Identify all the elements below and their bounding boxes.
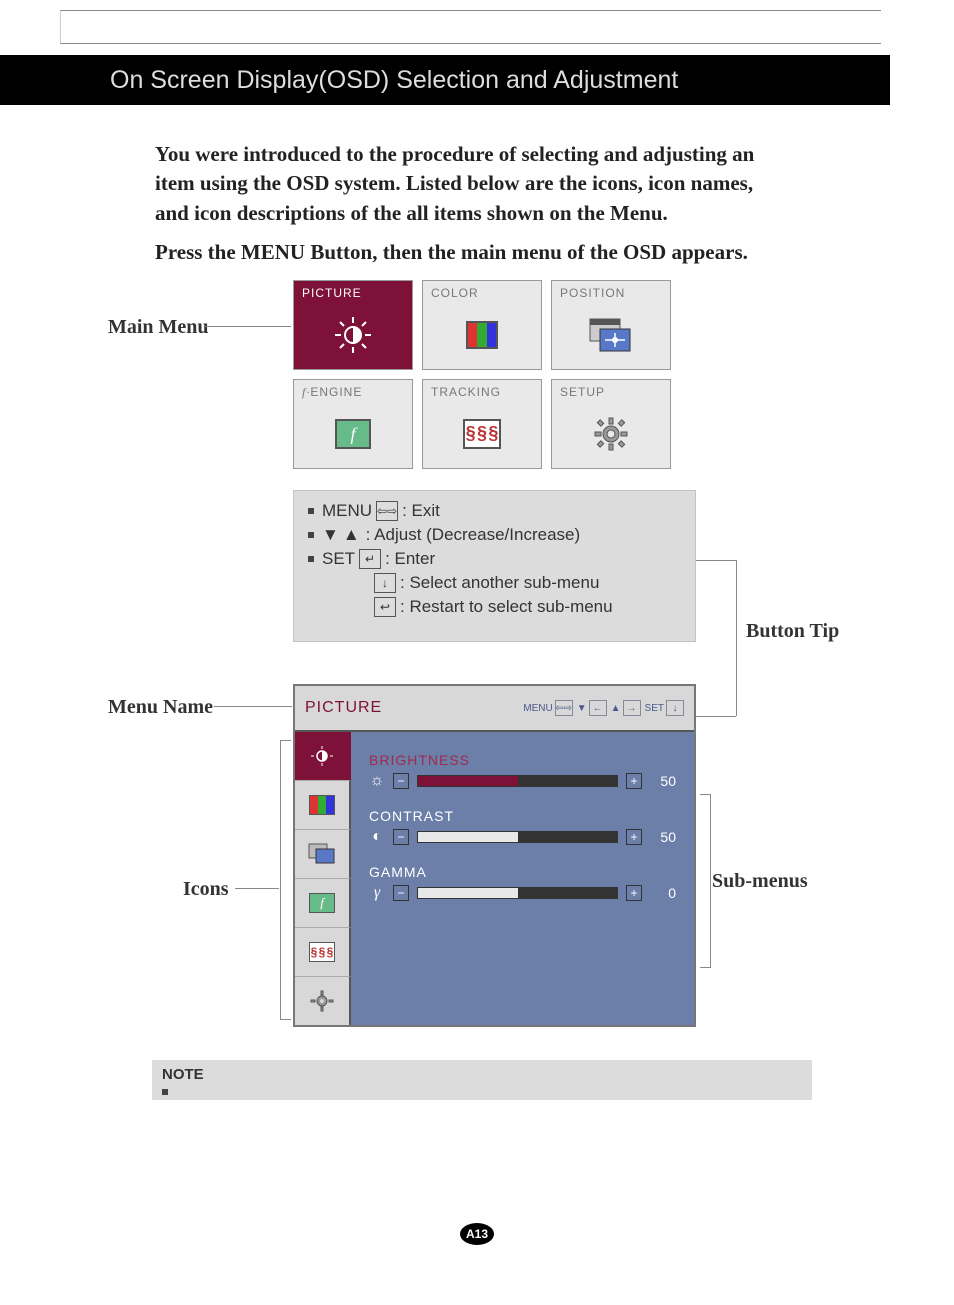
osd-key-left-icon: ←: [589, 700, 607, 716]
gamma-small-icon: γ: [369, 884, 385, 902]
osd-side-tracking[interactable]: §§§: [295, 928, 351, 977]
up-triangle-icon: ▲: [343, 525, 360, 545]
tile-position[interactable]: POSITION: [551, 280, 671, 370]
label-sub-menus: Sub-menus: [712, 870, 808, 893]
tip-select-sub: ↓ : Select another sub-menu: [308, 573, 681, 593]
gamma-value: 0: [650, 885, 676, 901]
label-menu-name: Menu Name: [108, 696, 213, 719]
osd-title: PICTURE: [305, 699, 382, 717]
connector-buttontip-v: [696, 560, 737, 716]
icons-bracket: [280, 740, 291, 1020]
osd-content: BRIGHTNESS ☼ − + 50 CONTRAST ◐ − + 50: [351, 732, 694, 1025]
tile-engine-label: f·ENGINE: [294, 380, 412, 400]
plus-icon[interactable]: +: [626, 829, 642, 845]
osd-panel: PICTURE MENU⇦⇨ ▼← ▲→ SET↓ f §§§: [293, 684, 696, 1027]
tip-restart-sub: ↩ : Restart to select sub-menu: [308, 597, 681, 617]
button-tip-box: MENU ⇦⇨ : Exit ▼ ▲ : Adjust (Decrease/In…: [293, 490, 696, 642]
label-icons: Icons: [183, 878, 229, 901]
section-header: On Screen Display(OSD) Selection and Adj…: [0, 55, 890, 105]
tile-setup-label: SETUP: [552, 380, 670, 399]
press-menu-line: Press the MENU Button, then the main men…: [155, 240, 765, 265]
note-bar: NOTE: [152, 1060, 812, 1100]
main-menu-grid: PICTURE COLOR: [293, 280, 671, 469]
note-bullet: [162, 1089, 168, 1095]
osd-key-hints: MENU⇦⇨ ▼← ▲→ SET↓: [523, 700, 684, 716]
osd-key-menu-icon: ⇦⇨: [555, 700, 573, 716]
page-header-rule: [60, 10, 881, 44]
osd-side-engine[interactable]: f: [295, 879, 351, 928]
osd-item-gamma[interactable]: GAMMA γ − + 0: [369, 864, 676, 902]
intro-paragraph: You were introduced to the procedure of …: [155, 140, 765, 228]
osd-side-color[interactable]: [295, 781, 351, 830]
setup-icon: [552, 399, 670, 468]
tile-tracking[interactable]: TRACKING §§§: [422, 379, 542, 469]
down-triangle-icon: ▼: [322, 525, 339, 545]
enter-key-icon: ↵: [359, 549, 381, 569]
plus-icon[interactable]: +: [626, 773, 642, 789]
brightness-icon: [294, 300, 412, 369]
brightness-small-icon: ☼: [369, 772, 385, 790]
osd-side-picture[interactable]: [295, 732, 351, 781]
tile-tracking-label: TRACKING: [423, 380, 541, 399]
gamma-slider[interactable]: [417, 887, 618, 899]
osd-key-right-icon: →: [623, 700, 641, 716]
position-icon: [552, 300, 670, 369]
tip-menu-exit: MENU ⇦⇨ : Exit: [308, 501, 681, 521]
connector-menu-name: [214, 706, 292, 707]
tile-color[interactable]: COLOR: [422, 280, 542, 370]
color-icon: [423, 300, 541, 369]
connector-main-menu: [205, 326, 291, 327]
osd-brightness-label: BRIGHTNESS: [369, 752, 676, 768]
minus-icon[interactable]: −: [393, 885, 409, 901]
osd-sidebar: f §§§: [295, 732, 351, 1025]
tile-engine[interactable]: f·ENGINE f: [293, 379, 413, 469]
osd-side-position[interactable]: [295, 830, 351, 879]
osd-side-setup[interactable]: [295, 977, 351, 1025]
osd-titlebar: PICTURE MENU⇦⇨ ▼← ▲→ SET↓: [295, 686, 694, 732]
tracking-icon: §§§: [423, 399, 541, 468]
menu-key-icon: ⇦⇨: [376, 501, 398, 521]
osd-contrast-label: CONTRAST: [369, 808, 676, 824]
tip-set-enter: SET ↵ : Enter: [308, 549, 681, 569]
osd-gamma-label: GAMMA: [369, 864, 676, 880]
submenus-bracket: [700, 794, 711, 968]
minus-icon[interactable]: −: [393, 829, 409, 845]
connector-buttontip2: [696, 716, 736, 717]
contrast-value: 50: [650, 829, 676, 845]
engine-icon: f: [294, 400, 412, 468]
label-main-menu: Main Menu: [108, 316, 209, 339]
contrast-slider[interactable]: [417, 831, 618, 843]
tile-picture[interactable]: PICTURE: [293, 280, 413, 370]
page-number: A13: [460, 1223, 494, 1245]
label-button-tip: Button Tip: [746, 620, 839, 643]
tile-picture-label: PICTURE: [294, 281, 412, 300]
section-title: On Screen Display(OSD) Selection and Adj…: [110, 66, 678, 95]
osd-item-contrast[interactable]: CONTRAST ◐ − + 50: [369, 808, 676, 846]
connector-icons: [235, 888, 279, 889]
return-key-icon: ↩: [374, 597, 396, 617]
note-title: NOTE: [162, 1066, 802, 1083]
tile-position-label: POSITION: [552, 281, 670, 300]
minus-icon[interactable]: −: [393, 773, 409, 789]
osd-key-set-icon: ↓: [666, 700, 684, 716]
plus-icon[interactable]: +: [626, 885, 642, 901]
tip-adjust: ▼ ▲ : Adjust (Decrease/Increase): [308, 525, 681, 545]
brightness-value: 50: [650, 773, 676, 789]
tile-setup[interactable]: SETUP: [551, 379, 671, 469]
brightness-slider[interactable]: [417, 775, 618, 787]
down-arrow-key-icon: ↓: [374, 573, 396, 593]
osd-item-brightness[interactable]: BRIGHTNESS ☼ − + 50: [369, 752, 676, 790]
contrast-small-icon: ◐: [369, 828, 385, 846]
tile-color-label: COLOR: [423, 281, 541, 300]
